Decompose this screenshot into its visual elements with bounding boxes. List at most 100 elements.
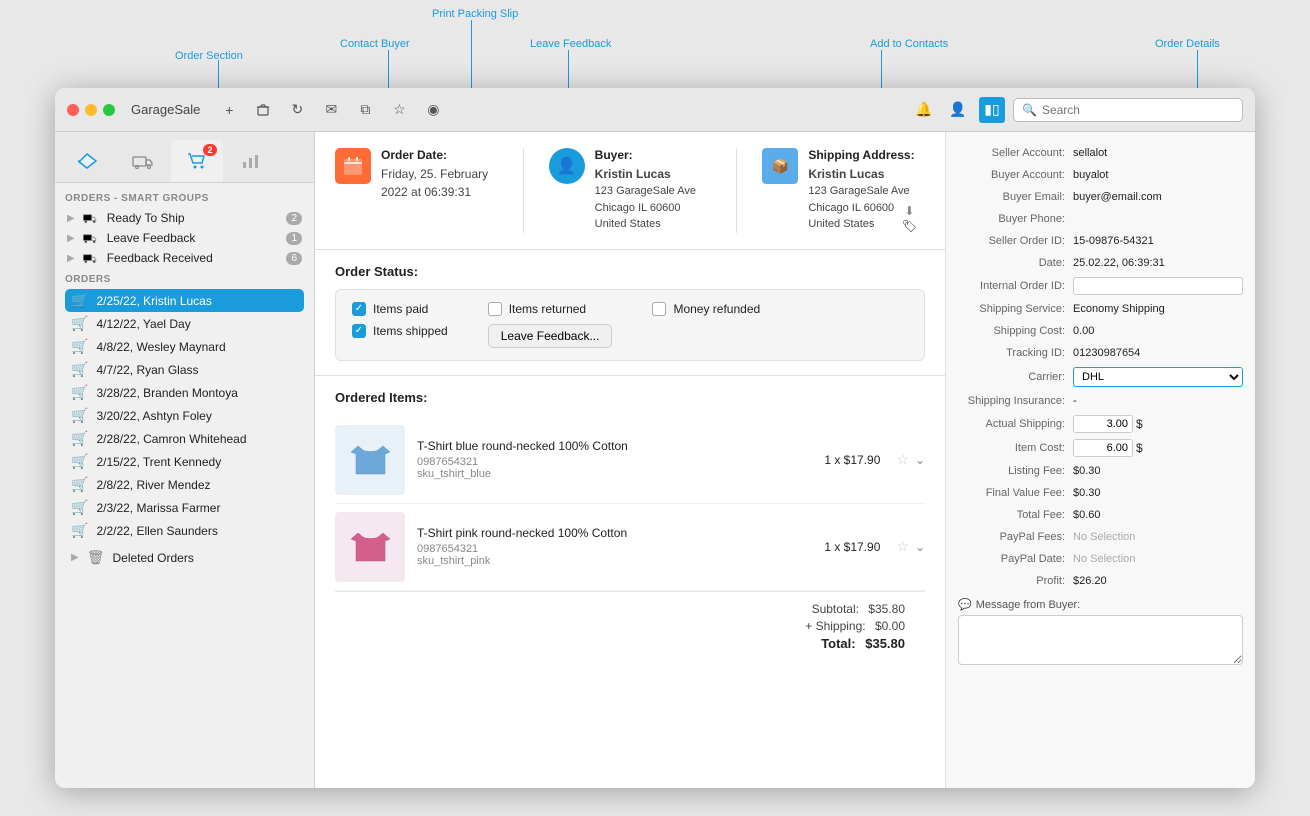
order-item-label: 2/2/22, Ellen Saunders — [96, 524, 217, 538]
traffic-lights — [67, 104, 115, 116]
smart-group-ready-to-ship[interactable]: ▶ Ready To Ship 2 — [61, 208, 308, 228]
minimize-button[interactable] — [85, 104, 97, 116]
close-button[interactable] — [67, 104, 79, 116]
order-buyer-section: 👤 Buyer: Kristin Lucas 123 GarageSale Av… — [549, 148, 712, 233]
star-icon-0[interactable]: ☆ — [896, 451, 909, 468]
deleted-orders[interactable]: ▶ 🗑 Deleted Orders — [65, 546, 304, 569]
tab-chart[interactable] — [225, 140, 277, 182]
expand-icon-0[interactable]: ⌄ — [915, 453, 925, 467]
order-item-6[interactable]: 🛒 2/28/22, Camron Whitehead — [65, 427, 304, 450]
buyer-email-row: Buyer Email: buyer@email.com — [946, 186, 1255, 208]
item-sku1-1: 0987654321 — [417, 543, 812, 555]
sidebar-toggle[interactable]: ▮▯ — [979, 97, 1005, 123]
order-item-9[interactable]: 🛒 2/3/22, Marissa Farmer — [65, 496, 304, 519]
cart-icon: 🛒 — [71, 522, 88, 539]
seller-order-id-label: Seller Order ID: — [958, 235, 1073, 247]
chevron-icon: ▶ — [67, 233, 75, 244]
actual-shipping-label: Actual Shipping: — [958, 418, 1073, 430]
bell-button[interactable]: 🔔 — [911, 97, 937, 123]
order-shipping-section: 📦 Shipping Address: Kristin Lucas 123 Ga… — [762, 148, 925, 233]
app-window: GarageSale + ↻ ✉ ⧉ ☆ ◉ 🔔 👤 ▮▯ 🔍 — [55, 88, 1255, 788]
profit-row: Profit: $26.20 — [946, 570, 1255, 592]
items-returned-checkbox[interactable] — [488, 302, 502, 316]
person-button[interactable]: 👤 — [945, 97, 971, 123]
sidebar-tabs: 2 — [55, 132, 314, 183]
circle-button[interactable]: ◉ — [420, 97, 446, 123]
order-buyer-address: 123 GarageSale Ave Chicago IL 60600 Unit… — [595, 183, 696, 233]
order-item-10[interactable]: 🛒 2/2/22, Ellen Saunders — [65, 519, 304, 542]
item-sku1-0: 0987654321 — [417, 456, 812, 468]
order-item-7[interactable]: 🛒 2/15/22, Trent Kennedy — [65, 450, 304, 473]
smart-group-leave-feedback[interactable]: ▶ Leave Feedback 1 — [61, 228, 308, 248]
add-button[interactable]: + — [216, 97, 242, 123]
maximize-button[interactable] — [103, 104, 115, 116]
items-shipped-checkbox[interactable]: ✓ — [352, 324, 366, 338]
cart-icon: 🛒 — [71, 476, 88, 493]
item-cost-label: Item Cost: — [958, 442, 1073, 454]
download-icon[interactable]: ⬇ — [904, 204, 914, 218]
order-item-4[interactable]: 🛒 3/28/22, Branden Montoya — [65, 381, 304, 404]
star-icon-1[interactable]: ☆ — [896, 538, 909, 555]
line-order-section — [218, 60, 219, 90]
item-cost-input[interactable] — [1073, 439, 1133, 457]
email-button[interactable]: ✉ — [318, 97, 344, 123]
cart-icon: 🛒 — [71, 292, 88, 309]
shipping-cost-detail-value: 0.00 — [1073, 325, 1243, 337]
chevron-icon: ▶ — [71, 552, 79, 563]
cart-icon: 🛒 — [71, 499, 88, 516]
group-icon — [83, 253, 101, 263]
tab-tags[interactable] — [63, 140, 115, 182]
carrier-select[interactable]: DHL UPS FedEx USPS — [1073, 367, 1243, 387]
tab-truck[interactable] — [117, 140, 169, 182]
label-icon[interactable]: 🏷 — [902, 219, 917, 233]
buyer-phone-label: Buyer Phone: — [958, 213, 1073, 225]
ship-icon: 📦 — [762, 148, 798, 184]
smart-groups-list: ▶ Ready To Ship 2 ▶ Leave Feedback 1 — [55, 208, 314, 268]
delete-button[interactable] — [250, 97, 276, 123]
status-items-shipped: ✓ Items shipped — [352, 324, 448, 338]
date-row: Date: 25.02.22, 06:39:31 — [946, 252, 1255, 274]
expand-icon-1[interactable]: ⌄ — [915, 540, 925, 554]
order-buyer-name: Kristin Lucas — [595, 165, 696, 183]
item-row-1: T-Shirt pink round-necked 100% Cotton 09… — [335, 504, 925, 591]
star-button[interactable]: ☆ — [386, 97, 412, 123]
status-col-right: Items returned Leave Feedback... — [488, 302, 613, 348]
order-status-section: Order Status: ✓ Items paid ✓ Items shipp… — [315, 250, 945, 376]
item-name-0: T-Shirt blue round-necked 100% Cotton — [417, 439, 812, 453]
money-refunded-checkbox[interactable] — [652, 302, 666, 316]
paypal-date-value: No Selection — [1073, 553, 1135, 565]
actual-shipping-input[interactable] — [1073, 415, 1133, 433]
order-header: Order Date: Friday, 25. February 2022 at… — [315, 132, 945, 250]
message-textarea[interactable] — [958, 615, 1243, 665]
smart-groups-title: ORDERS - SMART GROUPS — [65, 193, 304, 204]
order-item-3[interactable]: 🛒 4/7/22, Ryan Glass — [65, 358, 304, 381]
message-label: Message from Buyer: — [976, 599, 1081, 611]
internal-order-id-input[interactable] — [1073, 277, 1243, 295]
item-cost-row: Item Cost: $ — [946, 436, 1255, 460]
shipping-cost-detail-row: Shipping Cost: 0.00 — [946, 320, 1255, 342]
order-item-5[interactable]: 🛒 3/20/22, Ashtyn Foley — [65, 404, 304, 427]
paypal-fees-label: PayPal Fees: — [958, 531, 1073, 543]
ordered-items-title: Ordered Items: — [335, 390, 925, 405]
order-item-0[interactable]: 🛒 2/25/22, Kristin Lucas — [65, 289, 304, 312]
orders-label: ORDERS — [65, 274, 304, 285]
items-paid-checkbox[interactable]: ✓ — [352, 302, 366, 316]
window-button[interactable]: ⧉ — [352, 97, 378, 123]
smart-group-feedback-received[interactable]: ▶ Feedback Received 6 — [61, 248, 308, 268]
item-info-1: T-Shirt pink round-necked 100% Cotton 09… — [417, 526, 812, 567]
order-item-8[interactable]: 🛒 2/8/22, River Mendez — [65, 473, 304, 496]
shipping-cost-row: + Shipping: $0.00 — [355, 619, 905, 633]
refresh-button[interactable]: ↻ — [284, 97, 310, 123]
order-shipping-label: Shipping Address: — [808, 148, 914, 162]
item-name-1: T-Shirt pink round-necked 100% Cotton — [417, 526, 812, 540]
paypal-date-row: PayPal Date: No Selection — [946, 548, 1255, 570]
order-item-1[interactable]: 🛒 4/12/22, Yael Day — [65, 312, 304, 335]
search-bar[interactable]: 🔍 — [1013, 98, 1243, 122]
order-item-2[interactable]: 🛒 4/8/22, Wesley Maynard — [65, 335, 304, 358]
seller-order-id-value: 15-09876-54321 — [1073, 235, 1243, 247]
leave-feedback-button[interactable]: Leave Feedback... — [488, 324, 613, 348]
chevron-icon: ▶ — [67, 253, 75, 264]
date-label: Date: — [958, 257, 1073, 269]
tab-cart[interactable]: 2 — [171, 140, 223, 182]
search-input[interactable] — [1042, 103, 1234, 117]
